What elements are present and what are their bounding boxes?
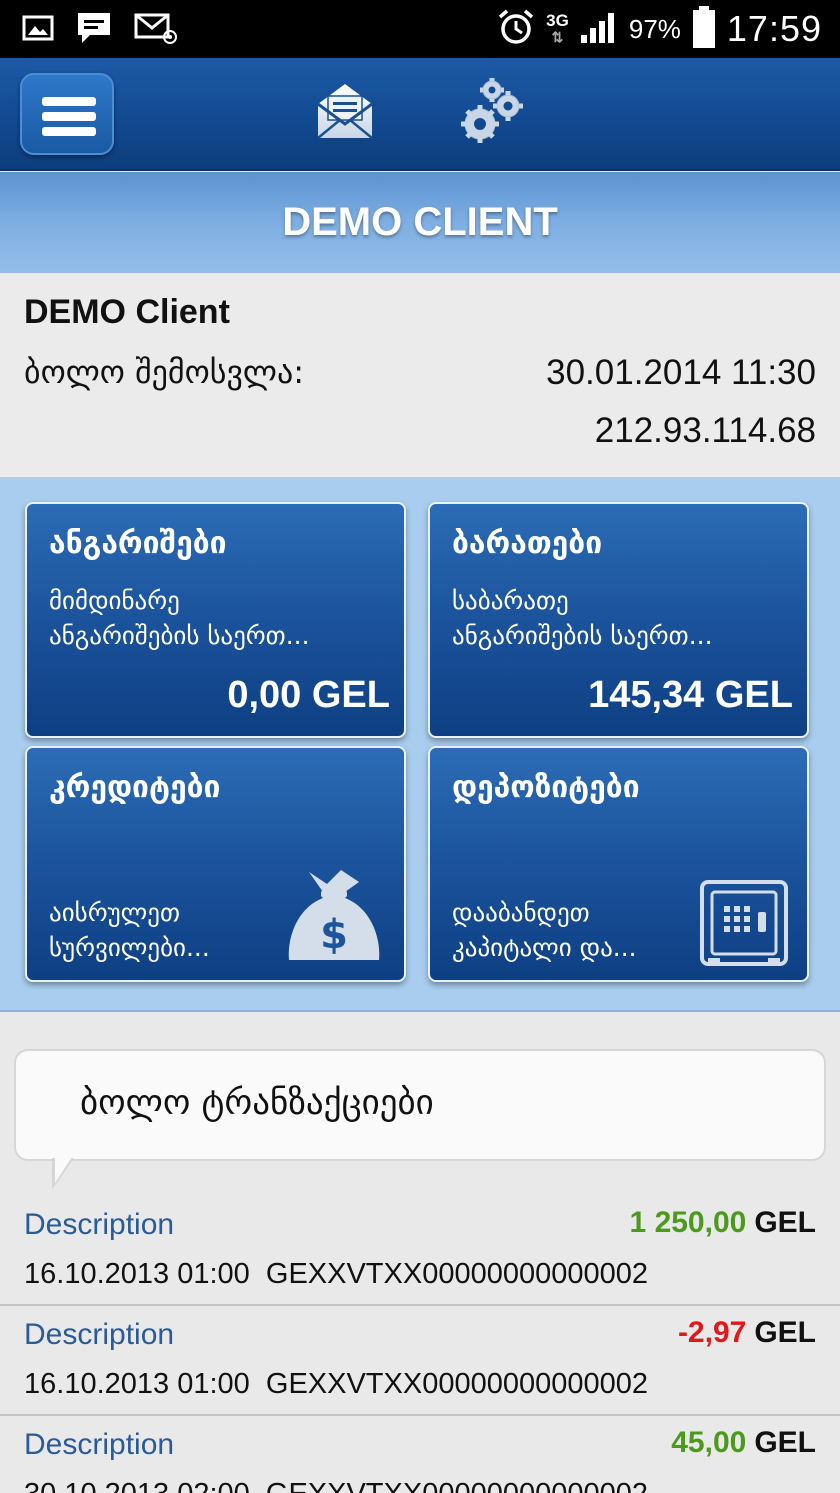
mail-icon[interactable] (314, 80, 376, 144)
transaction-amount-value: -2,97 (677, 1316, 747, 1349)
status-bar-notifications (22, 10, 178, 50)
tile-credits-title: კრედიტები (49, 770, 221, 805)
safe-icon (700, 880, 788, 970)
tile-accounts-subtitle-1: მიმდინარე (49, 586, 180, 615)
tile-cards-subtitle-2: ანგარიშების საერთ... (452, 621, 713, 650)
email-icon (134, 11, 178, 49)
network-indicator: 3G ⇅ (546, 11, 569, 45)
tile-credits-subtitle-2: სურვილები... (49, 933, 210, 962)
transaction-meta: 30.10.2013 02:00 GEXXVTXX00000000000002 (24, 1478, 648, 1493)
transactions-list: Description 1 250,00 GEL 16.10.2013 01:00… (0, 1196, 840, 1493)
tile-accounts[interactable]: ანგარიშები მიმდინარე ანგარიშების საერთ..… (25, 502, 406, 738)
menu-button[interactable] (20, 73, 114, 155)
recent-transactions-title: ბოლო ტრანზაქციები (80, 1083, 434, 1123)
battery-icon (691, 5, 717, 53)
settings-icon[interactable] (458, 78, 528, 146)
transaction-description: Description (24, 1208, 175, 1241)
transaction-amount-value: 1 250,00 (629, 1206, 747, 1239)
money-bag-icon: $ (279, 866, 389, 974)
tile-credits[interactable]: კრედიტები აისრულეთ სურვილები... $ (25, 746, 406, 982)
transaction-amount: 45,00 GEL (671, 1426, 816, 1460)
tile-accounts-subtitle-2: ანგარიშების საერთ... (49, 621, 310, 650)
transaction-currency: GEL (754, 1426, 816, 1459)
image-icon (22, 14, 54, 46)
tile-accounts-title: ანგარიშები (49, 526, 227, 561)
tile-deposits-subtitle-1: დააბანდეთ (452, 898, 590, 927)
transaction-row[interactable]: Description 1 250,00 GEL 16.10.2013 01:00… (0, 1196, 840, 1306)
tile-cards-subtitle-1: საბარათე (452, 586, 569, 615)
transaction-description: Description (24, 1428, 175, 1461)
client-title-band: DEMO CLIENT (0, 172, 840, 273)
status-bar: 3G ⇅ 97% 17:59 (0, 0, 840, 58)
transaction-description: Description (24, 1318, 175, 1351)
transaction-currency: GEL (754, 1206, 816, 1239)
svg-text:$: $ (320, 912, 348, 958)
data-arrows-icon: ⇅ (551, 29, 564, 45)
network-type: 3G (546, 11, 569, 30)
transaction-amount: 1 250,00 GEL (630, 1206, 816, 1240)
tile-credits-subtitle-1: აისრულეთ (49, 898, 180, 927)
dashboard-tiles: ანგარიშები მიმდინარე ანგარიშების საერთ..… (0, 478, 840, 1012)
last-login-date: 30.01.2014 11:30 (546, 353, 816, 392)
tile-cards-amount: 145,34 GEL (588, 674, 793, 716)
transaction-row[interactable]: Description -2,97 GEL 16.10.2013 01:00 GE… (0, 1306, 840, 1416)
recent-transactions-header: ბოლო ტრანზაქციები (14, 1049, 826, 1161)
alarm-icon (496, 7, 536, 51)
transaction-amount-value: 45,00 (671, 1426, 747, 1459)
tile-cards-title: ბარათები (452, 526, 603, 561)
tile-cards[interactable]: ბარათები საბარათე ანგარიშების საერთ... 1… (428, 502, 809, 738)
client-name: DEMO Client (24, 293, 230, 331)
page-title: DEMO CLIENT (282, 200, 558, 244)
status-bar-system: 3G ⇅ 97% 17:59 (496, 6, 822, 52)
tile-accounts-amount: 0,00 GEL (227, 674, 390, 716)
transaction-amount: -2,97 GEL (678, 1316, 816, 1350)
transaction-row[interactable]: Description 45,00GEL 30.10.2013 02:00 GE… (0, 1416, 840, 1493)
app-bar (0, 58, 840, 171)
tile-deposits[interactable]: დეპოზიტები დააბანდეთ კაპიტალი და... (428, 746, 809, 982)
tile-deposits-title: დეპოზიტები (452, 770, 640, 805)
battery-percentage: 97% (628, 13, 681, 44)
message-icon (74, 9, 114, 51)
transaction-meta: 16.10.2013 01:00 GEXXVTXX00000000000002 (24, 1368, 649, 1400)
transaction-meta: 16.10.2013 01:00 GEXXVTXX00000000000002 (24, 1258, 649, 1290)
client-info-panel: DEMO Client ბოლო შემოსვლა: 30.01.2014 11… (0, 273, 840, 478)
transaction-currency: GEL (754, 1316, 816, 1349)
clock: 17:59 (726, 8, 822, 49)
tile-deposits-subtitle-2: კაპიტალი და... (452, 933, 637, 962)
last-login-label: ბოლო შემოსვლა: (24, 353, 305, 391)
last-login-ip: 212.93.114.68 (594, 411, 816, 450)
signal-icon (579, 9, 619, 49)
